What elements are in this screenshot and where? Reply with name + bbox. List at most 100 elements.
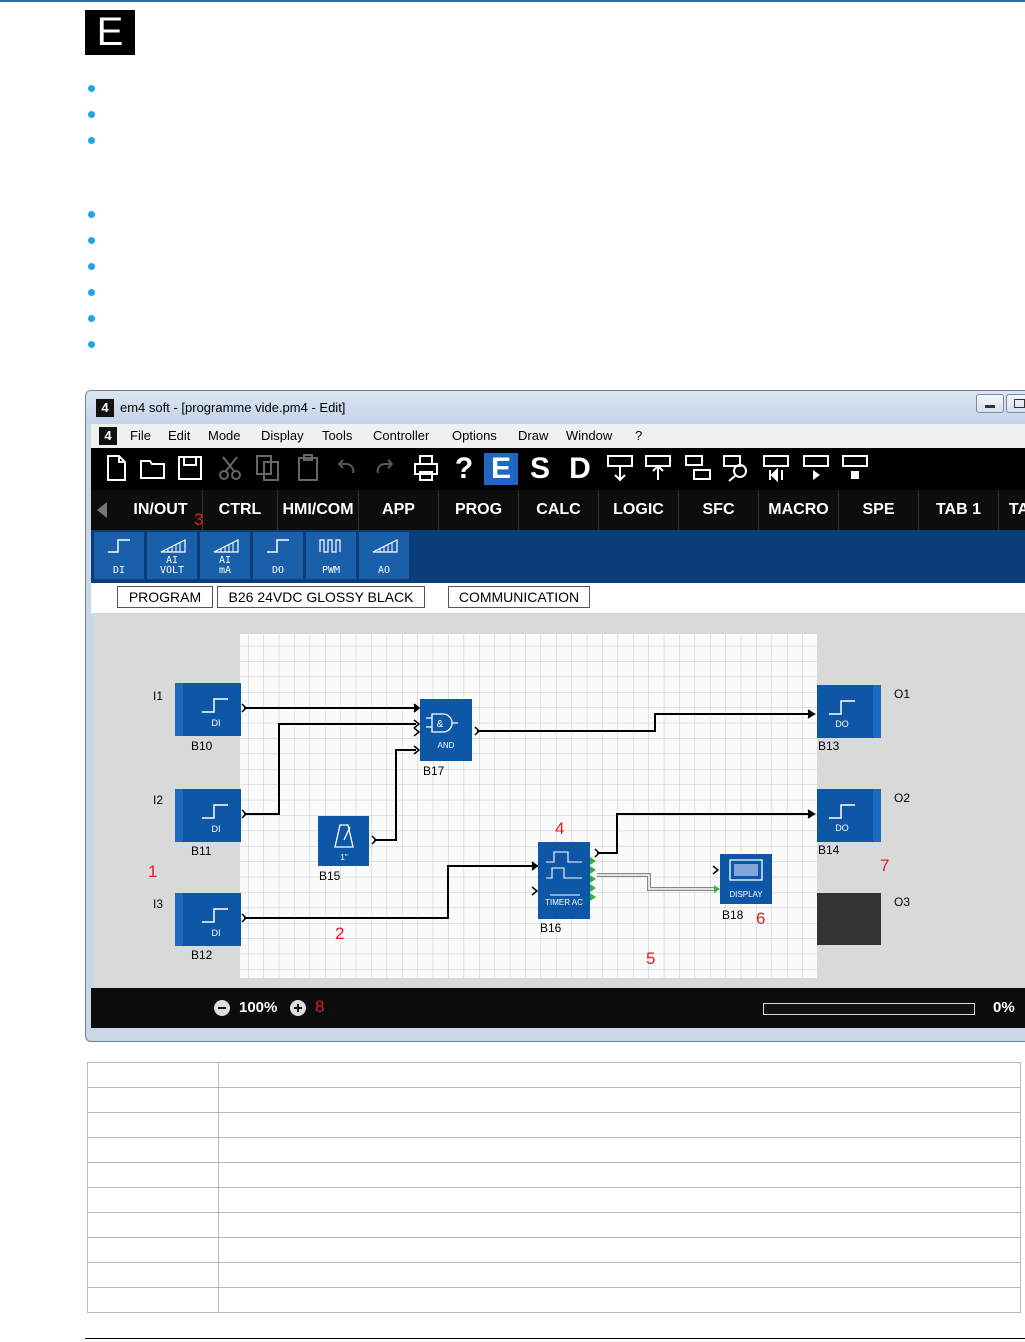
simulation-mode-button[interactable]: S <box>523 453 557 485</box>
b13-type-label: DO <box>835 719 849 729</box>
debug-mode-button[interactable]: D <box>563 453 597 485</box>
bullet-2 <box>88 111 95 118</box>
input-block-b10[interactable]: DI <box>175 683 241 736</box>
minimize-icon <box>985 405 995 408</box>
palette-label: mA <box>218 565 232 576</box>
bullet-4 <box>88 211 95 218</box>
table-cell-value <box>218 1187 1021 1213</box>
undo-icon[interactable] <box>331 453 365 485</box>
table-row <box>87 1062 1021 1088</box>
maximize-button[interactable] <box>1006 394 1025 413</box>
timer-block-b16[interactable]: TIMER AC <box>538 842 596 919</box>
block-id-b10: B10 <box>191 739 213 753</box>
callout-3: 3 <box>194 510 204 529</box>
and-block-b17[interactable]: & AND <box>420 699 472 761</box>
zoom-out-icon[interactable] <box>214 1000 230 1016</box>
menu-file[interactable]: File <box>130 428 151 443</box>
tab-macro[interactable]: MACRO <box>759 490 839 530</box>
palette-ao-block[interactable]: AO <box>359 532 409 579</box>
block-id-b11: B11 <box>191 844 212 858</box>
palette-di-block[interactable]: DI <box>94 532 144 579</box>
and-label: AND <box>438 741 455 750</box>
maximize-icon <box>1014 399 1025 408</box>
tab-app[interactable]: APP <box>359 490 439 530</box>
download-icon[interactable] <box>603 453 637 485</box>
menu-draw[interactable]: Draw <box>518 428 548 443</box>
controller-sheet-button[interactable]: B26 24VDC GLOSSY BLACK <box>217 586 425 608</box>
menu-tools[interactable]: Tools <box>322 428 352 443</box>
tab-ctrl[interactable]: CTRL <box>203 490 278 530</box>
palette-label: DI <box>112 565 126 576</box>
callout-6: 6 <box>756 909 765 928</box>
clock-block-b15[interactable]: 1" <box>318 816 369 866</box>
output-slot-o3-empty[interactable] <box>817 893 881 945</box>
menu-help[interactable]: ? <box>635 428 642 443</box>
run-icon[interactable] <box>799 453 833 485</box>
output-block-b13[interactable]: DO <box>817 685 881 738</box>
block-id-b18: B18 <box>722 908 744 922</box>
save-icon[interactable] <box>173 453 207 485</box>
print-icon[interactable] <box>409 453 443 485</box>
table-row <box>87 1262 1021 1288</box>
tab-in-out[interactable]: IN/OUT <box>119 490 203 530</box>
input-block-b12[interactable]: DI <box>175 893 241 946</box>
table-cell-value <box>218 1062 1021 1088</box>
cut-icon[interactable] <box>213 453 247 485</box>
palette-label: VOLT <box>159 565 185 576</box>
tab-sfc[interactable]: SFC <box>679 490 759 530</box>
palette-do-block[interactable]: DO <box>253 532 303 579</box>
tab-spe[interactable]: SPE <box>839 490 919 530</box>
paste-icon[interactable] <box>291 453 325 485</box>
table-row <box>87 1112 1021 1138</box>
display-block-b18[interactable]: DISPLAY <box>714 854 772 904</box>
copy-icon[interactable] <box>251 453 285 485</box>
menu-app-icon[interactable]: 4 <box>99 427 117 445</box>
zoom-in-icon[interactable] <box>290 1000 306 1016</box>
menu-options[interactable]: Options <box>452 428 497 443</box>
step-run-icon[interactable] <box>759 453 793 485</box>
bullet-3 <box>88 137 95 144</box>
stop-icon[interactable] <box>838 453 872 485</box>
pin-label-i2: I2 <box>153 793 163 807</box>
menu-window[interactable]: Window <box>566 428 612 443</box>
app-icon: 4 <box>96 399 114 417</box>
upload-icon[interactable] <box>641 453 675 485</box>
tab-ta[interactable]: TA <box>999 490 1025 530</box>
menu-controller[interactable]: Controller <box>373 428 429 443</box>
minimize-button[interactable] <box>976 394 1004 413</box>
tab-prog[interactable]: PROG <box>439 490 519 530</box>
monitor-search-icon[interactable] <box>719 453 753 485</box>
program-sheet-button[interactable]: PROGRAM <box>117 586 213 608</box>
table-cell-key <box>87 1237 219 1263</box>
program-workspace[interactable]: DI DI DI I1 I2 I3 B10 B11 B12 & AND B17 … <box>94 615 1025 988</box>
palette-pwm-block[interactable]: PWM <box>306 532 356 579</box>
input-block-b11[interactable]: DI <box>175 789 241 842</box>
pin-label-o3: O3 <box>894 895 910 909</box>
table-cell-key <box>87 1262 219 1288</box>
tabs-scroll-left-icon[interactable] <box>97 502 107 518</box>
open-folder-icon[interactable] <box>136 453 170 485</box>
bullet-7 <box>88 289 95 296</box>
callout-7: 7 <box>880 856 889 875</box>
palette-ai-volt-block[interactable]: AI VOLT <box>147 532 197 579</box>
tab-logic[interactable]: LOGIC <box>599 490 679 530</box>
ramp-icon <box>372 539 398 553</box>
new-file-icon[interactable] <box>99 453 133 485</box>
menu-display[interactable]: Display <box>261 428 304 443</box>
table-cell-value <box>218 1237 1021 1263</box>
tab-tab1[interactable]: TAB 1 <box>919 490 999 530</box>
table-row <box>87 1137 1021 1163</box>
tab-calc[interactable]: CALC <box>519 490 599 530</box>
edit-mode-button[interactable]: E <box>484 453 518 485</box>
callout-8: 8 <box>315 997 325 1016</box>
compare-icon[interactable] <box>681 453 715 485</box>
communication-sheet-button[interactable]: COMMUNICATION <box>448 586 590 608</box>
redo-icon[interactable] <box>366 453 400 485</box>
output-block-b14[interactable]: DO <box>817 789 881 842</box>
help-mode-button[interactable]: ? <box>447 453 481 485</box>
menu-edit[interactable]: Edit <box>168 428 190 443</box>
tab-hmi-com[interactable]: HMI/COM <box>278 490 359 530</box>
menu-mode[interactable]: Mode <box>208 428 241 443</box>
palette-ai-ma-block[interactable]: AI mA <box>200 532 250 579</box>
table-cell-key <box>87 1187 219 1213</box>
